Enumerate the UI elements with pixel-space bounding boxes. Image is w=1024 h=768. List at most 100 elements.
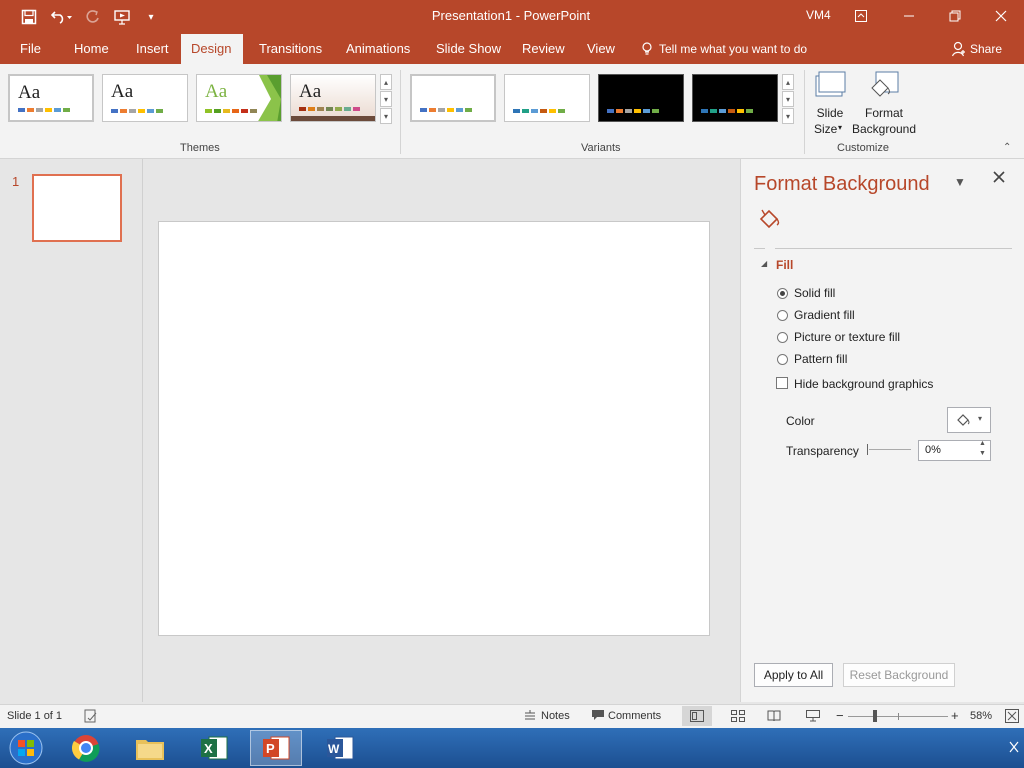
paint-bucket-icon (957, 414, 970, 426)
format-background-pane: Format Background ▼ ◢ Fill Solid fill Gr… (740, 159, 1024, 702)
slide-canvas[interactable] (158, 221, 710, 636)
fill-section-header[interactable]: Fill (776, 258, 793, 272)
themes-scroll-down-icon[interactable]: ▾ (380, 91, 392, 107)
pattern-fill-label[interactable]: Pattern fill (794, 352, 847, 366)
windows-taskbar: X P W (0, 728, 1024, 768)
slide-size-label: Slide (816, 106, 844, 120)
transparency-label: Transparency (786, 444, 859, 458)
minimize-icon[interactable] (886, 0, 932, 32)
hide-bg-graphics-checkbox[interactable] (776, 377, 788, 389)
theme-office[interactable]: Aa (8, 74, 94, 122)
slide-number: 1 (12, 174, 20, 189)
notes-icon[interactable] (524, 710, 536, 725)
theme-sample-text: Aa (205, 81, 228, 102)
file-explorer-taskbar-icon[interactable] (124, 730, 176, 766)
tab-review[interactable]: Review (512, 34, 575, 64)
theme-office-2[interactable]: Aa (102, 74, 188, 122)
theme-facet[interactable]: Aa (196, 74, 282, 122)
tab-file[interactable]: File (10, 34, 51, 64)
slide-sorter-icon[interactable] (731, 710, 745, 725)
ribbon-separator (804, 70, 805, 154)
fill-tab-icon[interactable] (757, 207, 785, 236)
zoom-out-icon[interactable]: − (836, 708, 844, 723)
tab-slide-show[interactable]: Slide Show (426, 34, 511, 64)
transparency-input[interactable]: 0% ▲ ▼ (918, 440, 991, 461)
fit-to-window-icon[interactable] (1005, 709, 1019, 726)
theme-integral[interactable]: Aa (290, 74, 376, 122)
redo-icon[interactable] (82, 6, 104, 28)
variant-3[interactable] (598, 74, 684, 122)
themes-more-icon[interactable]: ▾ (380, 108, 392, 124)
title-bar: ▾ Presentation1 - PowerPoint VM4 (0, 0, 1024, 34)
slide-size-icon (815, 71, 846, 97)
close-window-icon[interactable] (978, 0, 1024, 32)
hide-bg-graphics-label[interactable]: Hide background graphics (794, 377, 933, 391)
picture-fill-label[interactable]: Picture or texture fill (794, 330, 900, 344)
transparency-slider-thumb[interactable] (867, 444, 868, 455)
excel-taskbar-icon[interactable]: X (188, 730, 240, 766)
chrome-taskbar-icon[interactable] (60, 730, 112, 766)
variant-1[interactable] (410, 74, 496, 122)
restore-icon[interactable] (932, 0, 978, 32)
reading-view-icon[interactable] (767, 710, 781, 725)
picture-fill-radio[interactable] (777, 332, 788, 343)
themes-scroll-up-icon[interactable]: ▴ (380, 74, 392, 90)
collapse-ribbon-icon[interactable]: ⌃ (1003, 142, 1011, 153)
windows-logo-icon (9, 731, 43, 765)
svg-text:W: W (328, 742, 340, 756)
slide-thumbnail[interactable] (32, 174, 122, 242)
variant-2[interactable] (504, 74, 590, 122)
variants-scroll-down-icon[interactable]: ▾ (782, 91, 794, 107)
color-picker-button[interactable]: ▾ (947, 407, 991, 433)
variants-more-icon[interactable]: ▾ (782, 108, 794, 124)
transparency-down-icon[interactable]: ▼ (979, 450, 986, 457)
slide-show-icon[interactable] (806, 710, 820, 725)
show-desktop-icon[interactable] (1008, 740, 1020, 757)
customize-qat-icon[interactable]: ▾ (140, 6, 162, 28)
close-pane-icon[interactable] (993, 171, 1005, 186)
tab-view[interactable]: View (577, 34, 625, 64)
solid-fill-label[interactable]: Solid fill (794, 286, 835, 300)
apply-to-all-button[interactable]: Apply to All (754, 663, 833, 687)
undo-icon[interactable] (48, 6, 76, 28)
pattern-fill-radio[interactable] (777, 354, 788, 365)
share-user-icon[interactable] (951, 41, 966, 60)
tell-me-search[interactable]: Tell me what you want to do (659, 42, 807, 56)
slide-count: Slide 1 of 1 (7, 710, 63, 722)
slide-size-button[interactable]: Slide Size ▾ (810, 68, 850, 140)
solid-fill-radio[interactable] (777, 288, 788, 299)
variant-4[interactable] (692, 74, 778, 122)
save-icon[interactable] (18, 6, 40, 28)
reset-background-button[interactable]: Reset Background (843, 663, 955, 687)
zoom-in-icon[interactable]: + (951, 708, 959, 723)
ribbon-display-options-icon[interactable] (838, 0, 884, 32)
tab-animations[interactable]: Animations (336, 34, 420, 64)
transparency-slider-track[interactable] (869, 449, 911, 450)
start-button[interactable] (0, 730, 52, 766)
gradient-fill-radio[interactable] (777, 310, 788, 321)
powerpoint-taskbar-icon[interactable]: P (250, 730, 302, 766)
pane-options-icon[interactable]: ▼ (954, 175, 966, 189)
share-button[interactable]: Share (970, 42, 1002, 56)
transparency-up-icon[interactable]: ▲ (979, 440, 986, 447)
notes-button[interactable]: Notes (541, 710, 570, 722)
spelling-icon[interactable] (84, 709, 98, 726)
format-background-label: Format (864, 106, 903, 120)
customize-group-label: Customize (837, 142, 889, 154)
word-taskbar-icon[interactable]: W (314, 730, 366, 766)
tab-transitions[interactable]: Transitions (249, 34, 332, 64)
tab-design[interactable]: Design (181, 34, 243, 64)
comments-button[interactable]: Comments (608, 710, 661, 722)
user-name[interactable]: VM4 (806, 8, 831, 22)
gradient-fill-label[interactable]: Gradient fill (794, 308, 855, 322)
comments-icon[interactable] (591, 709, 605, 724)
zoom-level[interactable]: 58% (970, 710, 992, 722)
tab-home[interactable]: Home (64, 34, 119, 64)
zoom-slider-thumb[interactable] (873, 710, 877, 722)
variants-scroll-up-icon[interactable]: ▴ (782, 74, 794, 90)
format-background-button[interactable]: Format Background (850, 68, 918, 140)
normal-view-button[interactable] (682, 706, 712, 726)
tab-insert[interactable]: Insert (126, 34, 179, 64)
start-from-beginning-icon[interactable] (110, 6, 138, 28)
fill-collapse-icon[interactable]: ◢ (761, 259, 767, 268)
